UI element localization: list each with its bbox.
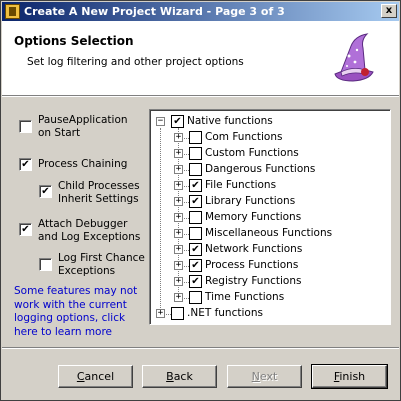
- tree-item-checkbox[interactable]: [189, 227, 202, 240]
- tree-item-checkbox[interactable]: [189, 195, 202, 208]
- title-bar[interactable]: Create A New Project Wizard - Page 3 of …: [2, 2, 399, 21]
- tree-item-checkbox[interactable]: [189, 163, 202, 176]
- net-functions-label[interactable]: .NET functions: [187, 307, 263, 320]
- wizard-window: Create A New Project Wizard - Page 3 of …: [0, 0, 401, 401]
- log-first-chance-label[interactable]: Log First Chance Exceptions: [58, 252, 145, 278]
- function-tree[interactable]: − Native functions + .NET functions + Com…: [149, 109, 391, 325]
- close-button[interactable]: x: [381, 4, 397, 18]
- tree-item-label[interactable]: Process Functions: [205, 259, 298, 272]
- tree-expander[interactable]: +: [174, 133, 183, 142]
- window-title: Create A New Project Wizard - Page 3 of …: [24, 5, 285, 18]
- child-processes-label[interactable]: Child Processes Inherit Settings: [58, 180, 140, 206]
- tree-item-checkbox[interactable]: [189, 291, 202, 304]
- net-functions-checkbox[interactable]: [171, 307, 184, 320]
- tree-expander[interactable]: +: [174, 197, 183, 206]
- footer-divider: [2, 347, 399, 349]
- tree-item-checkbox[interactable]: [189, 243, 202, 256]
- tree-item-label[interactable]: Library Functions: [205, 195, 295, 208]
- log-first-chance-checkbox[interactable]: [39, 258, 52, 271]
- pause-application-label[interactable]: PauseApplication on Start: [38, 114, 128, 140]
- native-functions-checkbox[interactable]: [171, 115, 184, 128]
- tree-expander[interactable]: +: [156, 309, 165, 318]
- tree-item-checkbox[interactable]: [189, 211, 202, 224]
- tree-expander[interactable]: +: [174, 149, 183, 158]
- tree-item-checkbox[interactable]: [189, 147, 202, 160]
- child-processes-checkbox[interactable]: [39, 185, 52, 198]
- wizard-header: Options Selection Set log filtering and …: [2, 21, 399, 95]
- cancel-button[interactable]: Cancel: [58, 365, 133, 388]
- process-chaining-checkbox[interactable]: [19, 158, 32, 171]
- attach-debugger-checkbox[interactable]: [19, 223, 32, 236]
- header-divider: [2, 95, 399, 97]
- app-icon: [5, 4, 20, 19]
- back-button[interactable]: Back: [142, 365, 217, 388]
- tree-expander[interactable]: −: [156, 117, 165, 126]
- tree-item-label[interactable]: Memory Functions: [205, 211, 301, 224]
- tree-expander[interactable]: +: [174, 245, 183, 254]
- pause-application-checkbox[interactable]: [19, 120, 32, 133]
- tree-item-checkbox[interactable]: [189, 179, 202, 192]
- page-title: Options Selection: [14, 34, 134, 48]
- tree-item-label[interactable]: Time Functions: [205, 291, 284, 304]
- tree-expander[interactable]: +: [174, 293, 183, 302]
- tree-item-label[interactable]: File Functions: [205, 179, 276, 192]
- native-functions-label[interactable]: Native functions: [187, 115, 273, 128]
- tree-expander[interactable]: +: [174, 277, 183, 286]
- tree-item-checkbox[interactable]: [189, 131, 202, 144]
- next-button[interactable]: Next: [227, 365, 302, 388]
- tree-item-label[interactable]: Registry Functions: [205, 275, 301, 288]
- page-subtitle: Set log filtering and other project opti…: [27, 56, 244, 68]
- learn-more-link[interactable]: Some features may not work with the curr…: [14, 285, 144, 339]
- tree-item-checkbox[interactable]: [189, 259, 202, 272]
- tree-item-label[interactable]: Network Functions: [205, 243, 302, 256]
- tree-expander[interactable]: +: [174, 213, 183, 222]
- tree-item-label[interactable]: Com Functions: [205, 131, 282, 144]
- finish-button[interactable]: Finish: [311, 364, 388, 389]
- tree-expander[interactable]: +: [174, 181, 183, 190]
- tree-item-checkbox[interactable]: [189, 275, 202, 288]
- tree-item-label[interactable]: Custom Functions: [205, 147, 299, 160]
- wizard-hat-icon: [327, 28, 379, 86]
- tree-expander[interactable]: +: [174, 165, 183, 174]
- tree-expander[interactable]: +: [174, 229, 183, 238]
- tree-item-label[interactable]: Dangerous Functions: [205, 163, 315, 176]
- process-chaining-label[interactable]: Process Chaining: [38, 158, 127, 171]
- attach-debugger-label[interactable]: Attach Debugger and Log Exceptions: [38, 218, 140, 244]
- tree-guide-line: [160, 128, 161, 314]
- tree-item-label[interactable]: Miscellaneous Functions: [205, 227, 332, 240]
- tree-expander[interactable]: +: [174, 261, 183, 270]
